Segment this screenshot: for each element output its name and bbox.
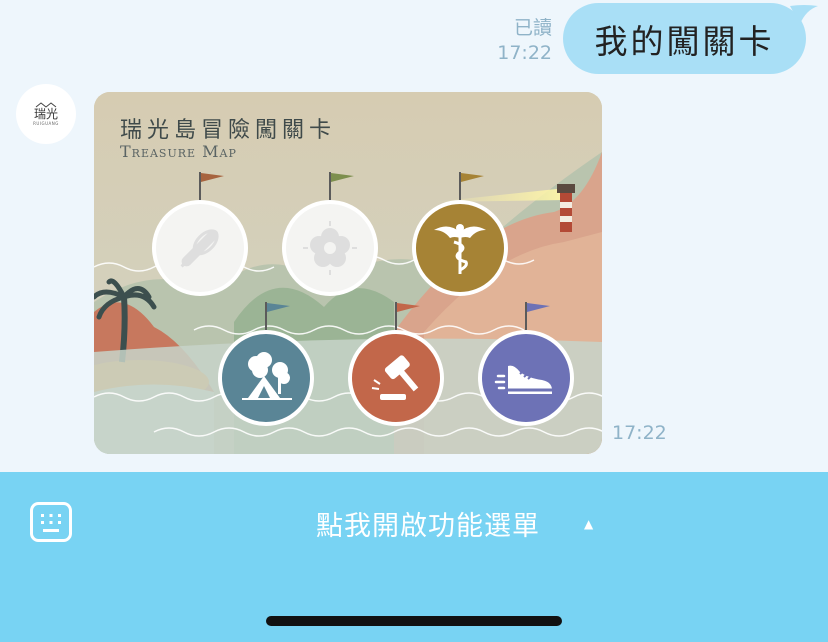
avatar-logo-text: 瑞光: [33, 107, 58, 121]
avatar[interactable]: 瑞光 RUIGUANG: [16, 84, 76, 144]
outgoing-time: 17:22: [497, 42, 552, 64]
keyboard-icon[interactable]: [30, 502, 72, 542]
home-indicator[interactable]: [266, 616, 562, 626]
incoming-time: 17:22: [612, 422, 667, 444]
badge-sports[interactable]: [478, 302, 574, 426]
outgoing-meta: 已讀 17:22: [497, 16, 552, 66]
badge-camping[interactable]: [218, 302, 314, 426]
rolling-pin-whisk-icon: [180, 229, 219, 268]
menu-arrow-icon[interactable]: ▲: [584, 517, 593, 531]
gavel-icon: [371, 355, 419, 400]
badge-baking[interactable]: [152, 172, 248, 296]
rich-menu-bar[interactable]: 點我開啟功能選單 ▲: [0, 472, 828, 642]
badge-law[interactable]: [348, 302, 444, 426]
flower-icon: [303, 221, 357, 275]
sneaker-icon: [494, 365, 552, 394]
outgoing-message-bubble[interactable]: 我的闖關卡: [563, 3, 806, 74]
read-receipt: 已讀: [513, 17, 552, 39]
chat-area: 已讀 17:22 我的闖關卡 瑞光 RUIGUANG 瑞光島冒險闖關卡 Trea…: [0, 0, 828, 472]
tent-tree-icon: [242, 352, 292, 400]
card-subtitle: Treasure Map: [120, 142, 237, 161]
caduceus-icon: [434, 224, 486, 274]
badge-flower[interactable]: [282, 172, 378, 296]
menu-toggle-label[interactable]: 點我開啟功能選單: [316, 504, 540, 543]
badge-medical[interactable]: [412, 172, 508, 296]
treasure-map-image[interactable]: 瑞光島冒險闖關卡 Treasure Map: [94, 92, 602, 454]
avatar-logo-subtext: RUIGUANG: [33, 121, 59, 126]
card-title: 瑞光島冒險闖關卡: [120, 118, 337, 143]
